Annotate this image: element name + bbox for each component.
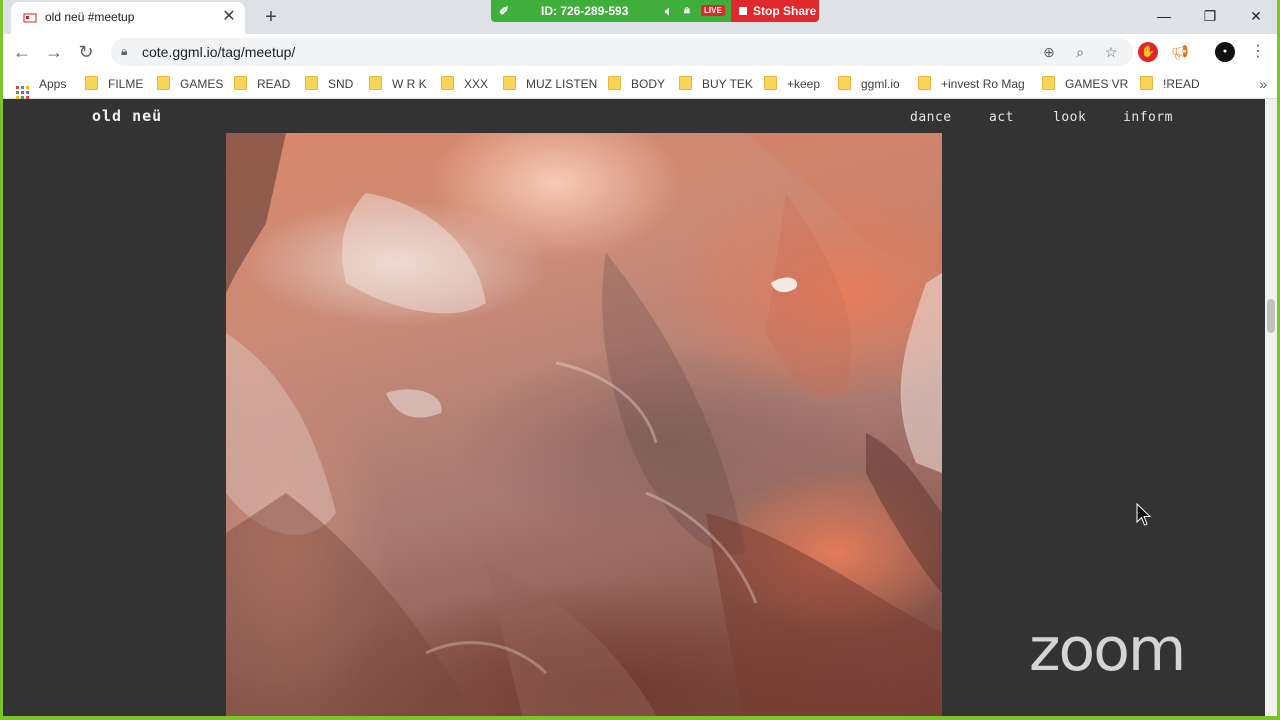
lock-icon: 🔒︎: [121, 44, 128, 58]
bookmark-label: XXX: [464, 77, 489, 91]
site-favicon-icon: [23, 13, 37, 23]
bookmark-folder[interactable]: MUZ LISTEN: [503, 76, 597, 92]
folder-icon: [85, 76, 98, 90]
translate-icon[interactable]: ⊕: [1039, 42, 1059, 62]
bookmark-folder[interactable]: BODY: [608, 76, 665, 92]
page-scrollbar[interactable]: [1265, 99, 1277, 716]
folder-icon: [918, 76, 931, 90]
reload-icon[interactable]: ↻: [74, 40, 98, 64]
stop-share-button[interactable]: Stop Share: [731, 0, 819, 22]
folder-icon: [157, 76, 170, 90]
bookmark-folder[interactable]: FILME: [85, 76, 143, 92]
tab-active[interactable]: old neü #meetup ✕: [11, 2, 245, 34]
zoom-magnifier-icon[interactable]: ⌕: [1070, 42, 1090, 62]
bookmark-label: ggml.io: [861, 77, 900, 91]
bookmark-folder[interactable]: GAMES: [157, 76, 223, 92]
nav-look[interactable]: look: [1053, 110, 1086, 125]
bookmark-folder[interactable]: XXX: [441, 76, 488, 92]
apps-grid-icon: [16, 86, 29, 99]
folder-icon: [764, 76, 777, 90]
bookmark-label: MUZ LISTEN: [526, 77, 598, 91]
bookmarks-overflow-icon[interactable]: »: [1259, 76, 1267, 92]
bookmark-label: BUY TEK: [702, 77, 753, 91]
live-badge: LIVE: [701, 5, 725, 16]
stop-share-label: Stop Share: [753, 4, 817, 18]
extension-megaphone-icon[interactable]: 📢︎: [1170, 42, 1190, 62]
bookmark-folder[interactable]: GAMES VR: [1042, 76, 1128, 92]
bookmark-label: FILME: [108, 77, 144, 91]
bookmark-star-icon[interactable]: ☆: [1101, 42, 1121, 62]
bookmark-label: SND: [328, 77, 354, 91]
bookmark-folder[interactable]: +keep: [764, 76, 820, 92]
zoom-meeting-info[interactable]: ✐ ID: 726-289-593 🔈︎ 🔒︎ LIVE: [491, 0, 731, 22]
folder-icon: [608, 76, 621, 90]
lock-icon: 🔒︎: [684, 4, 690, 16]
folder-icon: [1042, 76, 1055, 90]
bookmark-label: READ: [257, 77, 291, 91]
nav-dance[interactable]: dance: [910, 110, 952, 125]
bookmark-label: Apps: [39, 77, 67, 91]
shield-icon: ✐: [499, 4, 510, 18]
bookmark-folder[interactable]: BUY TEK: [679, 76, 753, 92]
meeting-id: ID: 726-289-593: [541, 4, 629, 18]
extension-adblock-icon[interactable]: ✋: [1138, 42, 1158, 62]
stop-icon: [739, 7, 747, 15]
folder-icon: [234, 76, 247, 90]
bookmark-label: GAMES VR: [1065, 77, 1129, 91]
bookmark-folder[interactable]: ggml.io: [838, 76, 900, 92]
zoom-watermark: zoom: [1029, 615, 1186, 685]
nav-inform[interactable]: inform: [1123, 110, 1173, 125]
menu-kebab-icon[interactable]: ⋮: [1248, 42, 1268, 62]
bookmark-folder[interactable]: !READ: [1140, 76, 1200, 92]
bookmark-label: BODY: [631, 77, 666, 91]
bookmarks-bar: Apps FILME GAMES READ SND W R K XXX MUZ …: [3, 70, 1277, 99]
address-bar[interactable]: 🔒︎ cote.ggml.io/tag/meetup/ ⊕ ⌕ ☆: [111, 38, 1133, 66]
tab-close-icon[interactable]: ✕: [219, 7, 239, 27]
bookmark-label: GAMES: [180, 77, 224, 91]
terrain-texture: [226, 133, 942, 716]
bookmark-label: W R K: [392, 77, 427, 91]
scrollbar-thumb[interactable]: [1267, 299, 1275, 333]
folder-icon: [305, 76, 318, 90]
folder-icon: [503, 76, 516, 90]
hero-image-terrain: [226, 133, 942, 716]
folder-icon: [1140, 76, 1153, 90]
close-window-button[interactable]: ✕: [1234, 2, 1277, 30]
nav-act[interactable]: act: [989, 110, 1014, 125]
minimize-button[interactable]: —: [1142, 2, 1186, 30]
bookmark-label: +invest Ro Mag: [941, 77, 1025, 91]
browser-window: old neü #meetup ✕ + — ❐ ✕ ✐ ID: 726-289-…: [3, 0, 1277, 716]
profile-avatar[interactable]: ●: [1215, 42, 1235, 62]
back-arrow-icon[interactable]: ←: [10, 40, 34, 64]
folder-icon: [679, 76, 692, 90]
bookmark-folder[interactable]: READ: [234, 76, 290, 92]
bookmark-folder[interactable]: SND: [305, 76, 353, 92]
bookmark-label: !READ: [1163, 77, 1200, 91]
forward-arrow-icon[interactable]: →: [42, 40, 66, 64]
volume-icon[interactable]: 🔈︎: [665, 4, 672, 19]
bookmark-folder[interactable]: W R K: [369, 76, 427, 92]
zoom-share-bar: ✐ ID: 726-289-593 🔈︎ 🔒︎ LIVE Stop Share: [491, 0, 819, 22]
page-viewport: old neü dance act look inform zoom: [3, 99, 1277, 716]
url-text[interactable]: cote.ggml.io/tag/meetup/: [142, 44, 295, 60]
new-tab-button[interactable]: +: [259, 5, 283, 29]
restore-button[interactable]: ❐: [1188, 2, 1232, 30]
bookmark-apps[interactable]: Apps: [16, 76, 67, 99]
tab-title: old neü #meetup: [45, 10, 135, 24]
folder-icon: [838, 76, 851, 90]
folder-icon: [369, 76, 382, 90]
folder-icon: [441, 76, 454, 90]
bookmark-label: +keep: [787, 77, 821, 91]
browser-toolbar: ← → ↻ 🔒︎ cote.ggml.io/tag/meetup/ ⊕ ⌕ ☆ …: [3, 34, 1277, 70]
bookmark-folder[interactable]: +invest Ro Mag: [918, 76, 1025, 92]
mouse-cursor-icon: [1136, 503, 1152, 526]
site-logo[interactable]: old neü: [92, 107, 162, 125]
